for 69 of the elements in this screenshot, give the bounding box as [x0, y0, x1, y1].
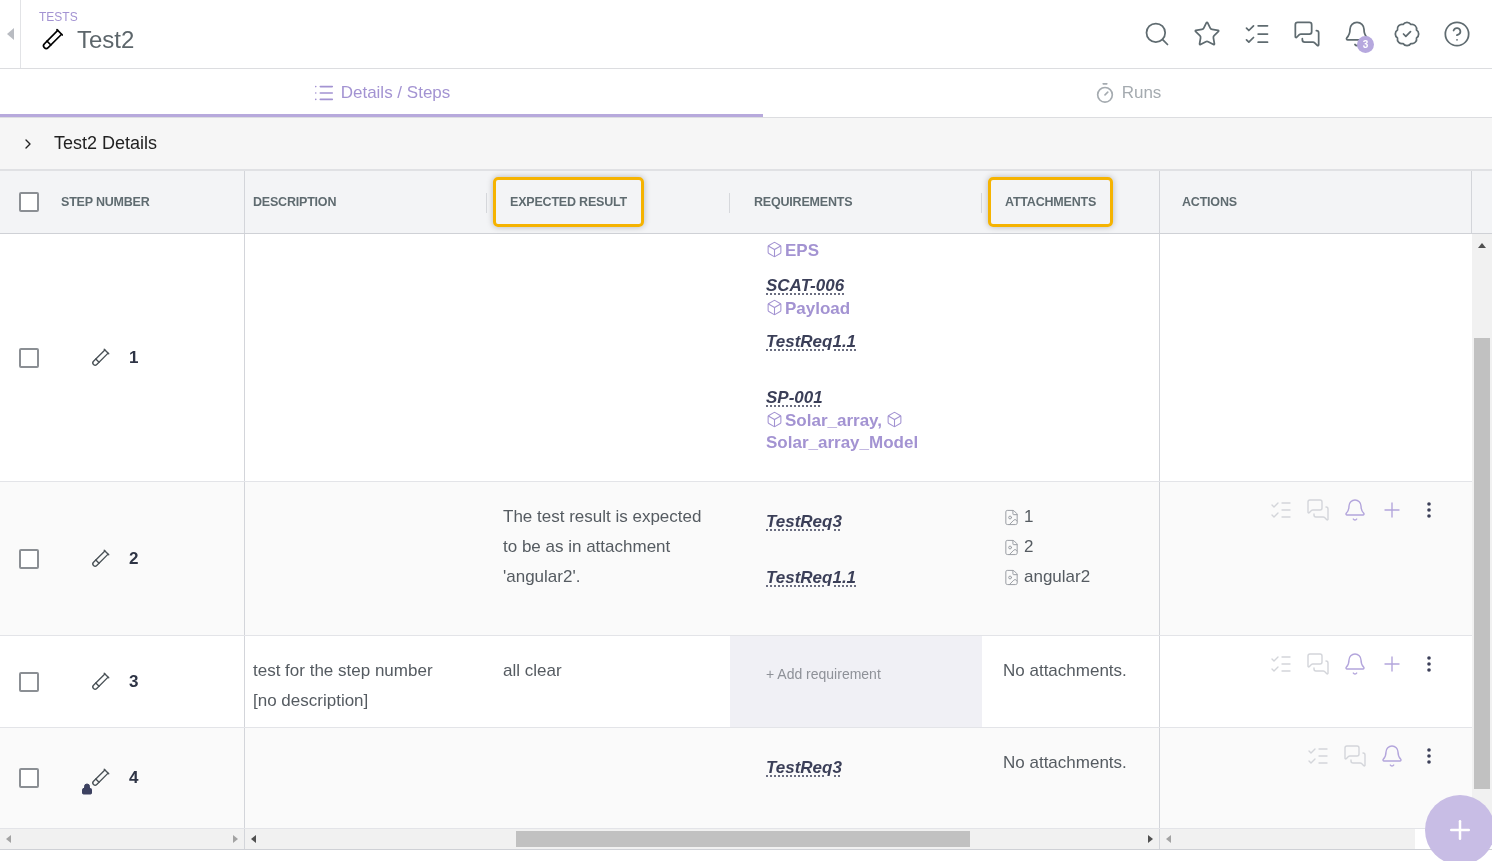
- requirement-link[interactable]: TestReq1.1: [766, 566, 857, 590]
- page-title: Test2: [77, 26, 135, 54]
- table-row[interactable]: 1 EPS SCAT-006 Payload TestReq1.1 SP-001 Solar_array, Solar_array_Model: [0, 234, 1472, 482]
- more-icon: [1427, 502, 1431, 518]
- step-number: 2: [129, 548, 139, 569]
- column-header: EXPECTED RESULT: [510, 195, 627, 209]
- horizontal-scrollbar[interactable]: [1160, 829, 1415, 849]
- cube-icon: [766, 299, 783, 316]
- requirement-link[interactable]: TestReq1.1: [766, 330, 857, 354]
- help-button[interactable]: [1442, 19, 1472, 49]
- search-icon: [1143, 20, 1171, 48]
- attachment-link[interactable]: 2: [1003, 532, 1147, 562]
- section-title: Test2 Details: [54, 133, 158, 154]
- bell-button[interactable]: [1342, 651, 1368, 677]
- chat-icon: [1343, 744, 1367, 768]
- cube-icon: [766, 241, 783, 258]
- notification-badge: 3: [1357, 36, 1374, 53]
- expected-result-text: The test result is expected to be as in attachment 'angular2'.: [503, 506, 703, 588]
- attachments-note: No attachments.: [1003, 660, 1128, 682]
- help-icon: [1443, 20, 1471, 48]
- column-header: ACTIONS: [1182, 195, 1237, 209]
- table-row[interactable]: 4 TestReq3 No attachments.: [0, 728, 1472, 829]
- table-row[interactable]: 2 The test result is expected to be as in attachment 'angular2'. TestReq3 TestReq1.1 1 2 angular2: [0, 482, 1472, 636]
- checkbox[interactable]: [19, 548, 39, 569]
- attachments-note: No attachments.: [1003, 752, 1128, 774]
- checkbox[interactable]: [19, 671, 39, 692]
- bell-icon: [1380, 744, 1404, 768]
- checkbox[interactable]: [19, 768, 39, 788]
- attachment-link[interactable]: 1: [1003, 502, 1147, 532]
- verified-badge-button[interactable]: [1392, 19, 1422, 49]
- requirement-link[interactable]: TestReq3: [766, 510, 842, 534]
- column-header: STEP NUMBER: [61, 195, 150, 209]
- chat-button[interactable]: [1292, 19, 1322, 49]
- column-header: REQUIREMENTS: [754, 195, 853, 209]
- checkbox[interactable]: [19, 192, 39, 212]
- table-row[interactable]: 3 test for the step number [no description] all clear + Add requirement No attachments.: [0, 636, 1472, 728]
- step-number: 1: [129, 347, 139, 368]
- column-header: ATTACHMENTS: [1005, 195, 1097, 209]
- expected-result-text: all clear: [503, 660, 563, 682]
- more-icon: [1427, 748, 1431, 764]
- chat-icon: [1306, 652, 1330, 676]
- column-header: DESCRIPTION: [253, 195, 337, 209]
- section-header[interactable]: Test2 Details: [0, 118, 1492, 171]
- bell-button[interactable]: [1379, 743, 1405, 769]
- image-file-icon: [1003, 568, 1020, 586]
- chat-icon: [1293, 20, 1321, 48]
- bell-icon: [1343, 652, 1367, 676]
- step-number: 4: [129, 768, 139, 788]
- attachment-link[interactable]: angular2: [1003, 562, 1147, 592]
- description-text: [no description]: [253, 690, 370, 712]
- cube-icon: [886, 411, 904, 428]
- cube-icon: [766, 411, 783, 428]
- image-file-icon: [1003, 508, 1020, 526]
- description-text: test for the step number: [253, 660, 434, 682]
- requirement-link[interactable]: TestReq3: [766, 756, 842, 780]
- step-number: 3: [129, 671, 139, 692]
- bell-button[interactable]: [1342, 497, 1368, 523]
- more-icon: [1427, 656, 1431, 672]
- lock-icon: [81, 783, 93, 795]
- star-icon: [1193, 20, 1221, 48]
- image-file-icon: [1003, 538, 1020, 556]
- verified-badge-icon: [1393, 20, 1421, 48]
- chat-icon: [1306, 498, 1330, 522]
- requirement-link[interactable]: SP-001: [766, 386, 823, 410]
- requirement-link[interactable]: SCAT-006: [766, 274, 845, 298]
- checkbox[interactable]: [19, 347, 39, 368]
- horizontal-scrollbar[interactable]: [245, 829, 1160, 849]
- bell-icon: [1343, 498, 1367, 522]
- horizontal-scrollbar[interactable]: [0, 829, 245, 849]
